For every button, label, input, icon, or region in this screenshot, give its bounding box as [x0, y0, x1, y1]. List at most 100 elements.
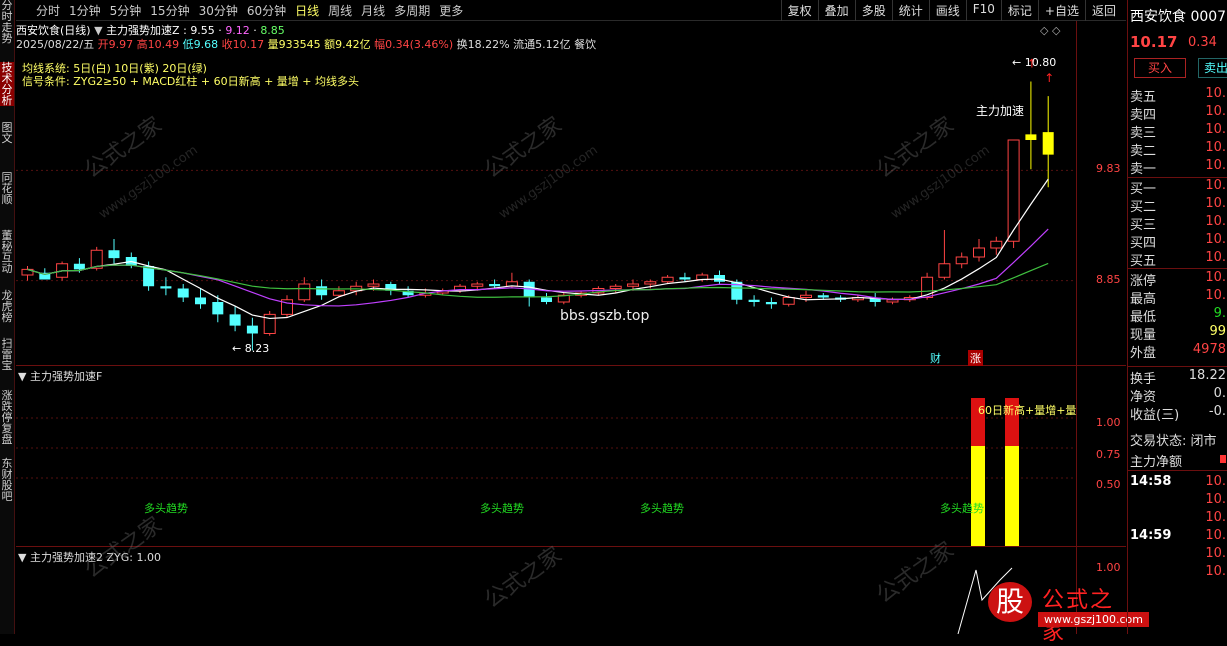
tool-button-5[interactable]: F10	[965, 0, 1001, 21]
tool-button-8[interactable]: 返回	[1084, 0, 1122, 21]
candle-body	[160, 286, 172, 289]
period-tab-10[interactable]: 更多	[439, 2, 463, 19]
leftbar-item-8[interactable]: 东财股吧	[0, 458, 14, 502]
candle-body	[782, 297, 795, 305]
buy-level-3-label: 买四	[1130, 236, 1157, 251]
main-flow-label: 主力净额	[1130, 455, 1183, 470]
candle-body	[73, 263, 85, 270]
tool-button-2[interactable]: 多股	[854, 0, 892, 21]
sell-level-3: 卖二 10.	[1130, 140, 1227, 159]
signal-bar-yellow	[1005, 446, 1019, 546]
stat-1-label: 最高	[1130, 292, 1157, 307]
candle-body	[212, 302, 224, 315]
period-tab-1[interactable]: 1分钟	[69, 2, 101, 19]
buy-button[interactable]: 买入	[1134, 58, 1186, 78]
axis-label-low: 8.85	[1096, 273, 1121, 286]
tool-button-7[interactable]: +自选	[1037, 0, 1085, 21]
candle-body	[367, 283, 380, 287]
tool-button-4[interactable]: 画线	[928, 0, 966, 21]
sell-level-1: 卖四 10.	[1130, 104, 1227, 123]
tool-button-0[interactable]: 复权	[780, 0, 818, 21]
watermark-5: 公式之家	[480, 542, 567, 614]
tool-buttons: 复权 叠加 多股 统计 画线 F10 标记 +自选 返回	[780, 0, 1122, 21]
sell-level-4-value: 10.	[1205, 158, 1226, 173]
sell-level-2-value: 10.	[1205, 122, 1226, 137]
stat-0-value: 10.	[1205, 270, 1226, 285]
leftbar-item-4[interactable]: 董秘互动	[0, 230, 14, 274]
stat-1: 最高 10.	[1130, 288, 1227, 307]
sell-level-3-label: 卖二	[1130, 144, 1157, 159]
ob-divider-3	[1128, 366, 1227, 367]
signal-top-label: 60日新高+量增+量	[978, 404, 1077, 417]
leftbar-item-3[interactable]: 同花顺	[0, 172, 14, 205]
period-tab-7[interactable]: 周线	[328, 2, 352, 19]
axis-label-high: 9.83	[1096, 162, 1121, 175]
leftbar-item-5[interactable]: 龙虎榜	[0, 290, 14, 323]
candle-body	[627, 283, 639, 287]
buy-level-3-value: 10.	[1205, 232, 1226, 247]
period-tab-4[interactable]: 30分钟	[199, 2, 238, 19]
candle-body	[1025, 134, 1037, 140]
candle-body	[990, 240, 1003, 249]
stat-3: 现量 99	[1130, 324, 1227, 343]
buy-level-0-value: 10.	[1205, 178, 1226, 193]
leftbar-item-1[interactable]: 技术分析	[0, 62, 14, 106]
period-tab-6[interactable]: 日线	[295, 2, 319, 19]
stat2-0: 换手 18.22	[1130, 368, 1227, 387]
trend-label-3: 多头趋势	[640, 502, 684, 515]
stat2-2-value: -0.	[1208, 404, 1226, 419]
sell-button[interactable]: 卖出	[1198, 58, 1227, 78]
low-price-label: ← 8.23	[232, 342, 270, 355]
sell-level-3-value: 10.	[1205, 140, 1226, 155]
leftbar-item-0[interactable]: 分时走势	[0, 0, 14, 44]
candle-body	[316, 286, 328, 296]
candle-body	[177, 288, 189, 298]
tick-row-2: 10.	[1130, 510, 1227, 528]
tool-button-1[interactable]: 叠加	[817, 0, 855, 21]
leftbar-item-6[interactable]: 扫雷宝	[0, 338, 14, 371]
period-tab-3[interactable]: 15分钟	[150, 2, 189, 19]
p2-axis-075: 0.75	[1096, 448, 1121, 461]
trend-label-4: 多头趋势	[940, 502, 984, 515]
tick-price: 10.	[1205, 510, 1226, 525]
buy-level-2: 买三 10.	[1130, 214, 1227, 233]
buy-level-4-value: 10.	[1205, 250, 1226, 265]
settings-diamond-icon[interactable]: ◇ ◇	[1040, 24, 1060, 37]
stat-0: 涨停 10.	[1130, 270, 1227, 289]
panel2-chart[interactable]	[16, 366, 1076, 546]
candle-body	[973, 247, 985, 258]
period-tab-0[interactable]: 分时	[36, 2, 60, 19]
candle-body	[661, 276, 674, 283]
stat2-2-label: 收益(三)	[1130, 408, 1180, 423]
sell-level-0: 卖五 10.	[1130, 86, 1227, 105]
stat2-2: 收益(三) -0.	[1130, 404, 1227, 423]
tool-button-3[interactable]: 统计	[891, 0, 929, 21]
period-toolbar: 分时 1分钟 5分钟 15分钟 30分钟 60分钟 日线 周线 月线 多周期 更多 复权 叠加 多股 统计…	[16, 0, 1126, 21]
ob-divider-2	[1128, 268, 1227, 269]
tick-row-3: 14:59 10.	[1130, 528, 1227, 546]
period-tab-5[interactable]: 60分钟	[247, 2, 286, 19]
left-nav-bar: 分时走势技术分析图文同花顺董秘互动龙虎榜扫雷宝涨跌停复盘东财股吧	[0, 0, 15, 634]
sell-level-0-value: 10.	[1205, 86, 1226, 101]
leftbar-item-2[interactable]: 图文	[0, 122, 14, 144]
sell-level-4-label: 卖一	[1130, 162, 1157, 177]
stat2-1: 净资 0.	[1130, 386, 1227, 405]
candle-body	[246, 325, 258, 334]
stat-4: 外盘 4978	[1130, 342, 1227, 361]
tick-time: 14:58	[1130, 474, 1172, 489]
candle-body	[765, 302, 777, 305]
finance-tag[interactable]: 财	[930, 350, 941, 366]
period-tab-2[interactable]: 5分钟	[110, 2, 142, 19]
signal-arrow-icon: ↑	[1044, 71, 1054, 85]
flow-bar	[1220, 455, 1226, 463]
candle-body	[541, 297, 552, 302]
period-tab-9[interactable]: 多周期	[394, 2, 430, 19]
ob-divider-4	[1128, 470, 1227, 471]
period-tab-8[interactable]: 月线	[361, 2, 385, 19]
tool-button-6[interactable]: 标记	[1000, 0, 1038, 21]
axis-divider	[1076, 21, 1077, 634]
rise-tag[interactable]: 涨	[968, 350, 983, 366]
leftbar-item-7[interactable]: 涨跌停复盘	[0, 390, 14, 445]
buy-level-1-label: 买二	[1130, 200, 1157, 215]
sell-level-1-label: 卖四	[1130, 108, 1157, 123]
